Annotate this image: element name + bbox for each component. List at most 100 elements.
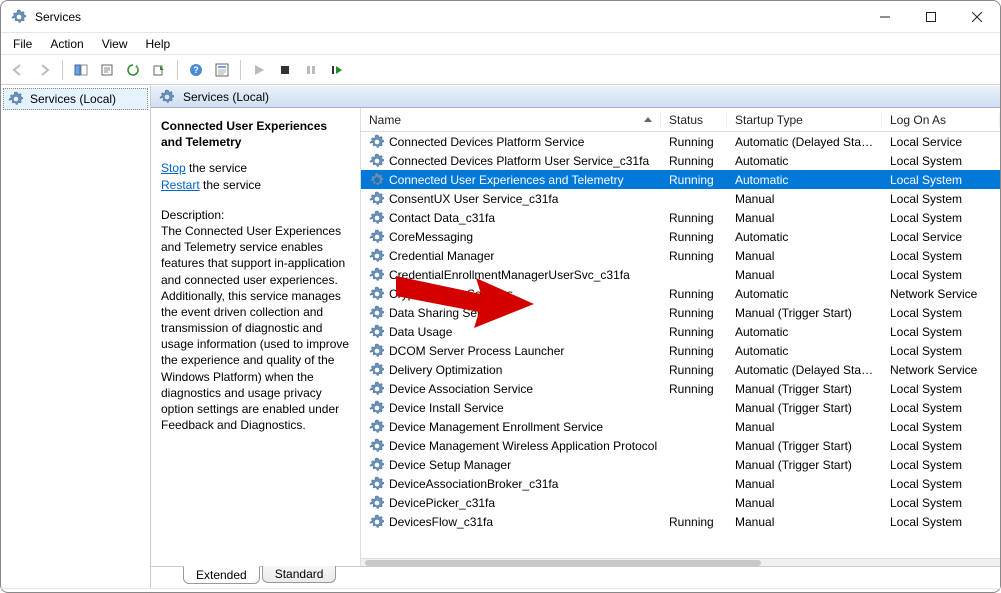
table-row[interactable]: Device Setup ManagerManual (Trigger Star…	[361, 455, 1000, 474]
pause-service-button[interactable]	[300, 59, 322, 81]
view-tabs: Extended Standard	[151, 566, 1000, 588]
stop-link[interactable]: Stop	[161, 161, 186, 175]
service-name: Delivery Optimization	[389, 363, 502, 377]
show-hide-tree-button[interactable]	[70, 59, 92, 81]
service-log-on-as: Local System	[882, 458, 1000, 472]
help-button[interactable]: ?	[185, 59, 207, 81]
service-status: Running	[661, 173, 727, 187]
service-startup-type: Manual (Trigger Start)	[727, 401, 882, 415]
service-startup-type: Manual	[727, 192, 882, 206]
table-row[interactable]: Device Management Enrollment ServiceManu…	[361, 417, 1000, 436]
service-log-on-as: Network Service	[882, 287, 1000, 301]
table-row[interactable]: Data UsageRunningAutomaticLocal System	[361, 322, 1000, 341]
restart-link[interactable]: Restart	[161, 178, 200, 192]
tree-pane: Services (Local)	[1, 86, 151, 588]
service-name: Contact Data_c31fa	[389, 211, 495, 225]
gear-icon	[369, 172, 385, 188]
gear-icon	[369, 305, 385, 321]
table-row[interactable]: Contact Data_c31faRunningManualLocal Sys…	[361, 208, 1000, 227]
restart-service-button[interactable]	[326, 59, 348, 81]
table-row[interactable]: DevicePicker_c31faManualLocal System	[361, 493, 1000, 512]
separator	[62, 60, 63, 80]
gear-icon	[369, 191, 385, 207]
service-name: CredentialEnrollmentManagerUserSvc_c31fa	[389, 268, 630, 282]
table-row[interactable]: Cryptographic ServicesRunningAutomaticNe…	[361, 284, 1000, 303]
separator	[177, 60, 178, 80]
table-row[interactable]: DevicesFlow_c31faRunningManualLocal Syst…	[361, 512, 1000, 531]
maximize-button[interactable]	[908, 1, 954, 33]
tree-root-label: Services (Local)	[30, 92, 116, 106]
service-name: Connected User Experiences and Telemetry	[389, 173, 624, 187]
svg-text:?: ?	[193, 65, 199, 75]
tab-standard[interactable]: Standard	[262, 566, 337, 583]
menu-file[interactable]: File	[5, 35, 40, 53]
back-button[interactable]	[7, 59, 29, 81]
col-header-status[interactable]: Status	[661, 113, 727, 127]
table-row[interactable]: Connected User Experiences and Telemetry…	[361, 170, 1000, 189]
restart-service-line: Restart the service	[161, 177, 350, 193]
scrollbar-thumb[interactable]	[365, 560, 761, 566]
service-status: Running	[661, 382, 727, 396]
table-row[interactable]: ConsentUX User Service_c31faManualLocal …	[361, 189, 1000, 208]
gear-icon	[369, 514, 385, 530]
close-button[interactable]	[954, 1, 1000, 33]
table-row[interactable]: Device Management Wireless Application P…	[361, 436, 1000, 455]
col-header-log-on-as[interactable]: Log On As	[882, 113, 1000, 127]
minimize-button[interactable]	[862, 1, 908, 33]
service-log-on-as: Local System	[882, 325, 1000, 339]
forward-button[interactable]	[33, 59, 55, 81]
service-name: Data Usage	[389, 325, 452, 339]
menu-action[interactable]: Action	[42, 35, 91, 53]
service-startup-type: Manual (Trigger Start)	[727, 458, 882, 472]
service-startup-type: Manual (Trigger Start)	[727, 306, 882, 320]
content-pane: Services (Local) Connected User Experien…	[151, 86, 1000, 588]
service-startup-type: Manual	[727, 496, 882, 510]
tree-root-item[interactable]: Services (Local)	[3, 88, 148, 110]
table-row[interactable]: Delivery OptimizationRunningAutomatic (D…	[361, 360, 1000, 379]
service-log-on-as: Local Service	[882, 230, 1000, 244]
service-name: Connected Devices Platform User Service_…	[389, 154, 649, 168]
menu-view[interactable]: View	[94, 35, 136, 53]
service-name: DCOM Server Process Launcher	[389, 344, 564, 358]
col-header-name[interactable]: Name	[361, 113, 661, 127]
table-row[interactable]: Data Sharing ServiceRunningManual (Trigg…	[361, 303, 1000, 322]
table-row[interactable]: Connected Devices Platform User Service_…	[361, 151, 1000, 170]
table-row[interactable]: DeviceAssociationBroker_c31faManualLocal…	[361, 474, 1000, 493]
table-row[interactable]: Device Install Service Manual (Trigger St…	[361, 398, 1000, 417]
properties-button[interactable]	[96, 59, 118, 81]
table-row[interactable]: DCOM Server Process LauncherRunningAutom…	[361, 341, 1000, 360]
table-row[interactable]: Connected Devices Platform ServiceRunnin…	[361, 132, 1000, 151]
properties-large-icon[interactable]	[211, 59, 233, 81]
refresh-button[interactable]	[122, 59, 144, 81]
horizontal-scrollbar[interactable]	[361, 558, 1000, 566]
service-status: Running	[661, 287, 727, 301]
service-log-on-as: Local System	[882, 249, 1000, 263]
menu-help[interactable]: Help	[138, 35, 179, 53]
service-log-on-as: Local System	[882, 439, 1000, 453]
table-body[interactable]: Connected Devices Platform Service Runnin…	[361, 132, 1000, 558]
table-row[interactable]: Credential ManagerRunningManualLocal Sys…	[361, 246, 1000, 265]
service-log-on-as: Local System	[882, 515, 1000, 529]
table-row[interactable]: Device Association ServiceRunningManual …	[361, 379, 1000, 398]
window-title: Services	[35, 10, 862, 24]
start-service-button[interactable]	[248, 59, 270, 81]
service-status: Running	[661, 363, 727, 377]
service-name: DeviceAssociationBroker_c31fa	[389, 477, 558, 491]
service-startup-type: Manual	[727, 211, 882, 225]
service-log-on-as: Local System	[882, 211, 1000, 225]
gear-icon	[369, 457, 385, 473]
gear-icon	[159, 89, 175, 105]
service-name: Connected Devices Platform Service	[389, 135, 584, 149]
export-button[interactable]	[148, 59, 170, 81]
gear-icon	[369, 324, 385, 340]
service-status: Running	[661, 515, 727, 529]
table-row[interactable]: CoreMessagingRunningAutomaticLocal Servi…	[361, 227, 1000, 246]
service-log-on-as: Network Service	[882, 363, 1000, 377]
gear-icon	[369, 419, 385, 435]
service-name: Data Sharing Service	[389, 306, 502, 320]
col-header-startup-type[interactable]: Startup Type	[727, 113, 882, 127]
service-name: Device Install Service	[389, 401, 504, 415]
table-row[interactable]: CredentialEnrollmentManagerUserSvc_c31fa…	[361, 265, 1000, 284]
tab-extended[interactable]: Extended	[183, 566, 260, 584]
stop-service-button[interactable]	[274, 59, 296, 81]
